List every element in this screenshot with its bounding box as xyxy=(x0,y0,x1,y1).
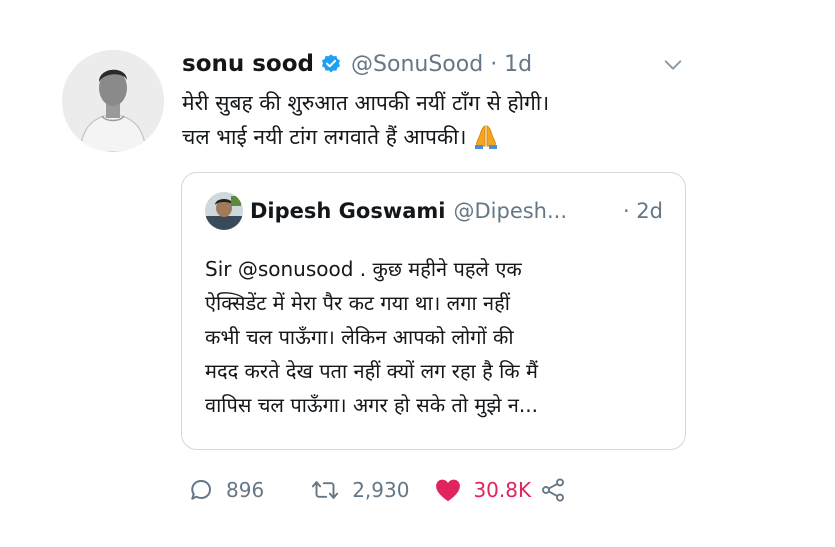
tweet-text-line-2: चल भाई नयी टांग लगवाते हैं आपकी। xyxy=(182,120,702,154)
quoted-tweet-text: Sir @sonusood . कुछ महीने पहले एक ऐक्सिड… xyxy=(205,252,675,422)
author-handle[interactable]: @SonuSood · 1d xyxy=(351,52,532,77)
quoted-text-line: मदद करते देख पता नहीं क्यों लग रहा है कि… xyxy=(205,359,538,383)
reply-button[interactable]: 896 xyxy=(186,475,264,505)
retweet-icon xyxy=(308,475,342,505)
tweet-text-line: चल भाई नयी टांग लगवाते हैं आपकी। xyxy=(182,125,467,149)
author-handle-text: @SonuSood xyxy=(351,51,484,77)
tweet-header: sonu sood @SonuSood · 1d xyxy=(182,47,532,81)
quoted-author-name[interactable]: Dipesh Goswami xyxy=(250,199,445,223)
quoted-text-line: वापिस चल पाऊँगा। अगर हो सके तो मुझे न... xyxy=(205,393,538,417)
quoted-tweet-time[interactable]: · 2d xyxy=(623,193,663,229)
author-name[interactable]: sonu sood xyxy=(182,51,314,77)
quoted-text-line: ऐक्सिडेंट में मेरा पैर कट गया था। लगा नह… xyxy=(205,291,510,315)
quoted-author-avatar[interactable] xyxy=(205,192,243,230)
quoted-tweet-card[interactable]: Dipesh Goswami @Dipesh... · 2d Sir @sonu… xyxy=(181,172,686,450)
tweet-time[interactable]: · 1d xyxy=(490,52,532,77)
tweet-action-bar: 896 2,930 30.8K xyxy=(186,472,567,508)
retweet-count: 2,930 xyxy=(352,478,410,502)
quoted-author-handle[interactable]: @Dipesh... xyxy=(453,199,567,223)
like-count: 30.8K xyxy=(473,478,532,502)
share-button[interactable] xyxy=(539,475,567,505)
folded-hands-emoji xyxy=(472,122,500,150)
heart-icon xyxy=(433,475,463,505)
reply-count: 896 xyxy=(226,478,265,502)
reply-icon xyxy=(186,475,216,505)
verified-badge-icon xyxy=(320,53,342,75)
share-icon xyxy=(539,475,567,505)
tweet-text-line: मेरी सुबह की शुरुआत आपकी नयीं टाँग से हो… xyxy=(182,91,550,115)
like-button[interactable]: 30.8K xyxy=(433,475,531,505)
tweet-text: मेरी सुबह की शुरुआत आपकी नयीं टाँग से हो… xyxy=(182,86,702,154)
chevron-down-icon[interactable] xyxy=(662,54,684,76)
author-avatar[interactable] xyxy=(62,50,164,152)
retweet-button[interactable]: 2,930 xyxy=(308,475,409,505)
quoted-text-line: Sir @sonusood . कुछ महीने पहले एक xyxy=(205,257,522,281)
quoted-text-line: कभी चल पाऊँगा। लेकिन आपको लोगों की xyxy=(205,325,514,349)
quoted-tweet-header: Dipesh Goswami @Dipesh... xyxy=(250,193,567,229)
